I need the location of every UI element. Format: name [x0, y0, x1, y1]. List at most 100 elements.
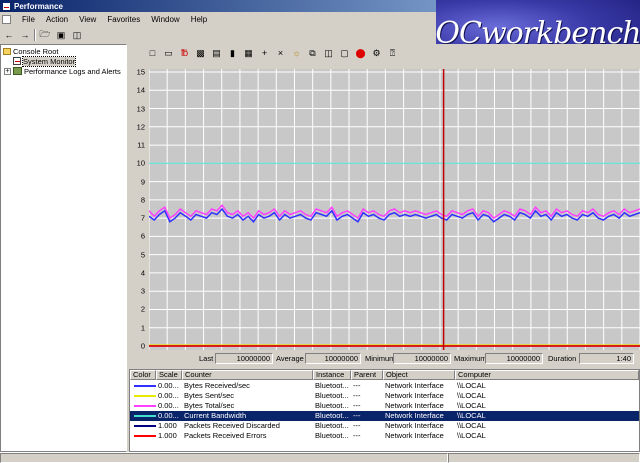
legend-row[interactable]: #40e0d00.00... Current Bandwidth Bluetoot.… — [130, 411, 639, 421]
expand-plus-icon[interactable]: + — [4, 67, 11, 75]
tree-item-label: Console Root — [13, 46, 59, 56]
color-line: #ff40ff — [134, 404, 156, 407]
view-histogram-icon[interactable]: ▮ — [225, 46, 240, 60]
legend-cell-counter: Current Bandwidth — [184, 411, 247, 420]
menu-window[interactable]: Window — [151, 15, 179, 24]
column-header-scale[interactable]: Scale — [156, 370, 182, 380]
legend-cell-computer: \\LOCAL — [457, 421, 486, 430]
tree-item-console-root[interactable]: Console Root — [3, 46, 58, 56]
maximum-value: 10000000 — [485, 352, 543, 364]
legend-color-swatch: #e8e800 — [130, 391, 156, 401]
delete-counter-icon[interactable]: × — [273, 46, 288, 60]
highlight-icon[interactable]: ☼ — [289, 46, 304, 60]
system-monitor-toolbar: □ ▭ ℔ ▩ ▤ ▮ ▦ + × ☼ ⧉ ◫ ▢ ⬤ ⚙ ⍰ — [129, 44, 640, 62]
paste-counter-list-icon[interactable]: ◫ — [321, 46, 336, 60]
update-data-icon[interactable]: ⚙ — [369, 46, 384, 60]
legend-cell-scale: 0.00... — [158, 401, 179, 410]
legend-header: Color Scale Counter Instance Parent Obje… — [130, 370, 639, 380]
system-menu-icon[interactable] — [2, 14, 11, 24]
up-folder-icon[interactable]: 🗁 — [38, 29, 52, 42]
legend-color-swatch: #40e0d0 — [130, 411, 156, 421]
tree-item-system-monitor[interactable]: System Monitor — [13, 55, 77, 67]
legend-cell-parent: --- — [353, 431, 361, 440]
performance-app-icon[interactable] — [2, 1, 11, 11]
legend-cell-scale: 0.00... — [158, 391, 179, 400]
y-tick-label: 14 — [136, 85, 145, 95]
folder-icon — [3, 47, 11, 55]
legend-cell-instance: Bluetoot... — [315, 381, 349, 390]
console-tree[interactable]: Console Root System Monitor + Performanc… — [0, 44, 127, 452]
statistics-bar: Last 10000000 Average 10000000 Minimum 1… — [129, 351, 640, 365]
y-tick-label: 13 — [136, 104, 145, 114]
counter-legend[interactable]: Color Scale Counter Instance Parent Obje… — [129, 369, 640, 452]
add-counter-icon[interactable]: + — [257, 46, 272, 60]
legend-cell-counter: Packets Received Errors — [184, 431, 267, 440]
tree-item-label: Performance Logs and Alerts — [24, 66, 121, 76]
column-header-object[interactable]: Object — [383, 370, 455, 380]
y-tick-label: 2 — [140, 304, 145, 314]
legend-cell-computer: \\LOCAL — [457, 431, 486, 440]
average-value: 10000000 — [305, 352, 361, 364]
forward-arrow-icon[interactable]: → — [18, 29, 32, 42]
menu-view[interactable]: View — [79, 15, 96, 24]
color-line: #000080 — [134, 424, 156, 427]
legend-color-swatch: #ff40ff — [130, 401, 156, 411]
properties-icon[interactable]: ▢ — [337, 46, 352, 60]
legend-cell-instance: Bluetoot... — [315, 431, 349, 440]
column-header-instance[interactable]: Instance — [313, 370, 351, 380]
legend-cell-counter: Bytes Sent/sec — [184, 391, 235, 400]
legend-cell-counter: Bytes Total/sec — [184, 401, 235, 410]
y-tick-label: 12 — [136, 122, 145, 132]
legend-cell-computer: \\LOCAL — [457, 391, 486, 400]
series-line-bytes-total-sec — [149, 204, 640, 220]
legend-cell-scale: 0.00... — [158, 411, 179, 420]
y-tick-label: 0 — [140, 341, 145, 351]
copy-properties-icon[interactable]: ⧉ — [305, 46, 320, 60]
system-monitor-pane: □ ▭ ℔ ▩ ▤ ▮ ▦ + × ☼ ⧉ ◫ ▢ ⬤ ⚙ ⍰ 01234567… — [129, 44, 640, 452]
menu-action[interactable]: Action — [46, 15, 68, 24]
y-tick-label: 8 — [140, 195, 145, 205]
menu-help[interactable]: Help — [191, 15, 207, 24]
freeze-display-icon[interactable]: ⬤ — [353, 46, 368, 60]
show-hide-tree-icon[interactable]: ▣ — [54, 29, 68, 42]
legend-color-swatch: #3030ff — [130, 381, 156, 391]
legend-cell-scale: 0.00... — [158, 381, 179, 390]
legend-cell-counter: Packets Received Discarded — [184, 421, 280, 430]
legend-row[interactable]: #0000801.000 Packets Received Discarded Bl… — [130, 421, 639, 431]
tree-item-performance-logs[interactable]: + Performance Logs and Alerts — [4, 66, 121, 76]
y-tick-label: 11 — [137, 140, 145, 150]
average-label: Average — [276, 353, 304, 363]
color-line: #3030ff — [134, 384, 156, 387]
color-line: #e8e800 — [134, 394, 156, 397]
view-report-icon[interactable]: ▦ — [241, 46, 256, 60]
clear-display-icon[interactable]: ▭ — [161, 46, 176, 60]
legend-row[interactable]: #e8e8000.00... Bytes Sent/sec Bluetoot...-… — [130, 391, 639, 401]
view-current-activity-icon[interactable]: ℔ — [177, 46, 192, 60]
legend-cell-parent: --- — [353, 411, 361, 420]
menu-favorites[interactable]: Favorites — [107, 15, 140, 24]
view-graph-icon[interactable]: ▤ — [209, 46, 224, 60]
toolbar-divider — [34, 29, 36, 41]
legend-cell-object: Network Interface — [385, 381, 444, 390]
legend-color-swatch: #ff0000 — [130, 431, 156, 441]
legend-row[interactable]: #ff00001.000 Packets Received Errors Bluet… — [130, 431, 639, 441]
system-monitor-icon — [13, 57, 21, 65]
legend-row[interactable]: #3030ff0.00... Bytes Received/sec Bluetoot… — [130, 381, 639, 391]
column-header-color[interactable]: Color — [130, 370, 156, 380]
status-pane-secondary — [448, 453, 640, 463]
legend-cell-object: Network Interface — [385, 391, 444, 400]
y-tick-label: 1 — [140, 323, 145, 333]
column-header-computer[interactable]: Computer — [455, 370, 639, 380]
y-tick-label: 3 — [140, 286, 145, 296]
legend-row[interactable]: #ff40ff0.00... Bytes Total/sec Bluetoot...… — [130, 401, 639, 411]
column-header-counter[interactable]: Counter — [182, 370, 313, 380]
help-icon[interactable]: ⍰ — [385, 46, 400, 60]
column-header-parent[interactable]: Parent — [351, 370, 383, 380]
new-counter-set-icon[interactable]: □ — [145, 46, 160, 60]
legend-cell-scale: 1.000 — [158, 421, 177, 430]
back-arrow-icon[interactable]: ← — [2, 29, 16, 42]
legend-cell-parent: --- — [353, 391, 361, 400]
menu-file[interactable]: File — [22, 15, 35, 24]
help-icon[interactable]: ◫ — [70, 29, 84, 42]
view-log-data-icon[interactable]: ▩ — [193, 46, 208, 60]
